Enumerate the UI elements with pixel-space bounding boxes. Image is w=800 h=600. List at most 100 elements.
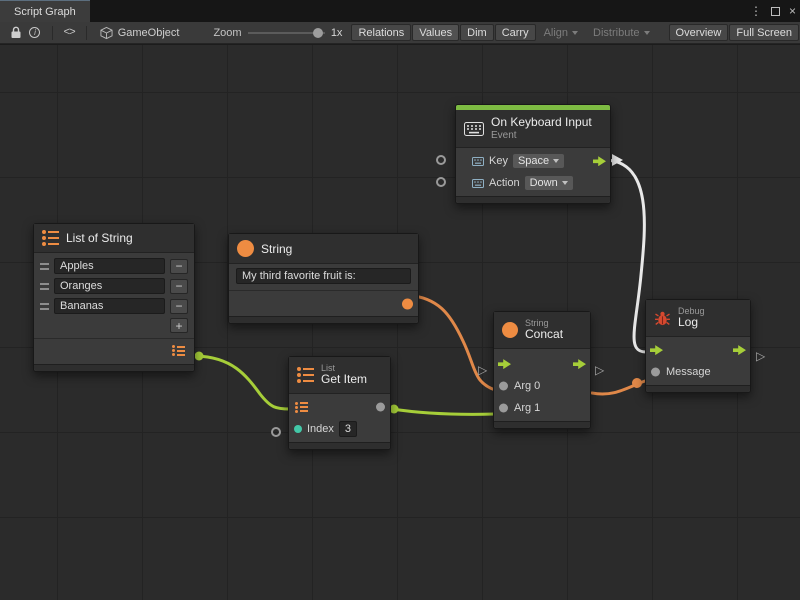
control-output-port[interactable] xyxy=(733,345,746,355)
node-title: String xyxy=(261,242,292,256)
node-header[interactable]: On Keyboard Input Event xyxy=(456,110,610,148)
control-row xyxy=(494,353,590,375)
wire-endpoint-port[interactable] xyxy=(195,352,204,361)
action-dropdown[interactable]: Down xyxy=(525,176,573,190)
message-row: Message xyxy=(646,361,750,383)
wire-endpoint-port[interactable] xyxy=(632,378,642,388)
remove-item-button[interactable]: − xyxy=(170,259,188,274)
control-input-port[interactable] xyxy=(650,345,663,355)
chevron-down-icon xyxy=(572,31,578,35)
key-value-port[interactable] xyxy=(436,155,446,165)
node-title: Log xyxy=(678,316,705,330)
control-flow-marker[interactable]: ▷ xyxy=(756,350,765,362)
drag-handle-icon[interactable] xyxy=(40,283,49,290)
info-icon[interactable]: i xyxy=(25,24,44,41)
action-row: Action Down xyxy=(456,172,610,194)
list-item-input[interactable]: Bananas xyxy=(54,298,165,314)
cube-icon xyxy=(100,26,113,40)
string-value-input[interactable]: My third favorite fruit is: xyxy=(236,268,411,284)
relations-button[interactable]: Relations xyxy=(351,24,411,41)
node-header[interactable]: List Get Item xyxy=(289,357,390,394)
zoom-knob[interactable] xyxy=(313,28,323,38)
wire-list-to-getitem[interactable] xyxy=(196,356,290,409)
gameobject-label: GameObject xyxy=(118,27,180,39)
bug-icon xyxy=(654,310,671,327)
wire-keyboard-to-log[interactable] xyxy=(606,160,646,352)
remove-item-button[interactable]: − xyxy=(170,299,188,314)
node-header[interactable]: String xyxy=(229,234,418,264)
chevron-down-icon xyxy=(562,181,568,185)
action-value-port[interactable] xyxy=(436,177,446,187)
node-debug-log[interactable]: Debug Log Message xyxy=(645,299,751,393)
string-type-icon xyxy=(237,240,254,257)
drag-handle-icon[interactable] xyxy=(40,303,49,310)
list-item-input[interactable]: Apples xyxy=(54,258,165,274)
string-type-icon xyxy=(502,322,518,338)
key-dropdown[interactable]: Space xyxy=(513,154,564,168)
add-item-row: + xyxy=(34,316,194,338)
node-concat[interactable]: String Concat Arg 0 Arg 1 xyxy=(493,311,591,429)
control-output-port[interactable] xyxy=(573,359,586,369)
list-icon xyxy=(297,367,314,383)
node-footer xyxy=(646,385,750,392)
fullscreen-button[interactable]: Full Screen xyxy=(729,24,799,41)
control-input-port[interactable] xyxy=(498,359,511,369)
remove-item-button[interactable]: − xyxy=(170,279,188,294)
wire-getitem-to-concat[interactable] xyxy=(392,409,495,414)
list-item-input[interactable]: Oranges xyxy=(54,278,165,294)
node-on-keyboard-input[interactable]: On Keyboard Input Event Key Space Action xyxy=(455,104,611,204)
align-dropdown: Align xyxy=(537,24,585,41)
index-input-port[interactable] xyxy=(294,425,302,433)
tab-bar: Script Graph ⋮ × xyxy=(0,0,800,22)
node-footer xyxy=(289,442,390,449)
mini-keyboard-icon xyxy=(472,179,484,188)
index-input[interactable]: 3 xyxy=(339,421,357,437)
carry-button[interactable]: Carry xyxy=(495,24,536,41)
node-list-of-string[interactable]: List of String Apples − Oranges − Banana… xyxy=(33,223,195,372)
gameobject-selector[interactable]: GameObject xyxy=(100,26,180,40)
list-icon xyxy=(42,230,59,246)
list-output-row xyxy=(34,338,194,364)
arg1-input-port[interactable] xyxy=(499,404,508,413)
node-string-literal[interactable]: String My third favorite fruit is: xyxy=(228,233,419,324)
list-output-port[interactable] xyxy=(172,345,185,356)
message-input-port[interactable] xyxy=(651,368,660,377)
node-header[interactable]: Debug Log xyxy=(646,300,750,337)
list-item-row: Bananas − xyxy=(34,296,194,316)
menu-icon[interactable]: ⋮ xyxy=(750,4,762,18)
dim-button[interactable]: Dim xyxy=(460,24,494,41)
close-icon[interactable]: × xyxy=(789,4,796,18)
control-output-port[interactable] xyxy=(593,156,606,166)
node-title: List of String xyxy=(66,231,133,245)
node-header[interactable]: String Concat xyxy=(494,312,590,349)
keyboard-icon xyxy=(464,122,484,136)
item-output-port[interactable] xyxy=(376,403,385,412)
tab-script-graph[interactable]: Script Graph xyxy=(0,0,90,22)
lock-icon[interactable] xyxy=(6,24,25,41)
node-title: Get Item xyxy=(321,373,367,387)
toolbar-separator xyxy=(86,26,87,40)
arg0-input-port[interactable] xyxy=(499,382,508,391)
list-input-port[interactable] xyxy=(295,402,308,413)
values-button[interactable]: Values xyxy=(412,24,459,41)
string-output-port[interactable] xyxy=(402,298,413,309)
code-icon[interactable]: <> xyxy=(60,24,79,41)
zoom-value: 1x xyxy=(331,27,343,39)
window-controls: ⋮ × xyxy=(750,0,796,22)
control-flow-marker[interactable]: ▷ xyxy=(478,364,487,376)
drag-handle-icon[interactable] xyxy=(40,263,49,270)
add-item-button[interactable]: + xyxy=(170,318,188,333)
node-title: On Keyboard Input xyxy=(491,116,592,130)
node-get-item[interactable]: List Get Item Index 3 xyxy=(288,356,391,450)
node-footer xyxy=(494,421,590,428)
overview-button[interactable]: Overview xyxy=(669,24,729,41)
zoom-slider[interactable] xyxy=(248,27,325,39)
arg0-row: Arg 0 xyxy=(494,375,590,397)
distribute-dropdown: Distribute xyxy=(586,24,656,41)
key-dropdown-value: Space xyxy=(518,155,549,167)
index-value-port[interactable] xyxy=(271,427,281,437)
node-header[interactable]: List of String xyxy=(34,224,194,253)
maximize-icon[interactable] xyxy=(771,7,780,16)
control-flow-marker[interactable]: ▷ xyxy=(595,364,604,376)
graph-canvas[interactable]: On Keyboard Input Event Key Space Action xyxy=(0,44,800,600)
